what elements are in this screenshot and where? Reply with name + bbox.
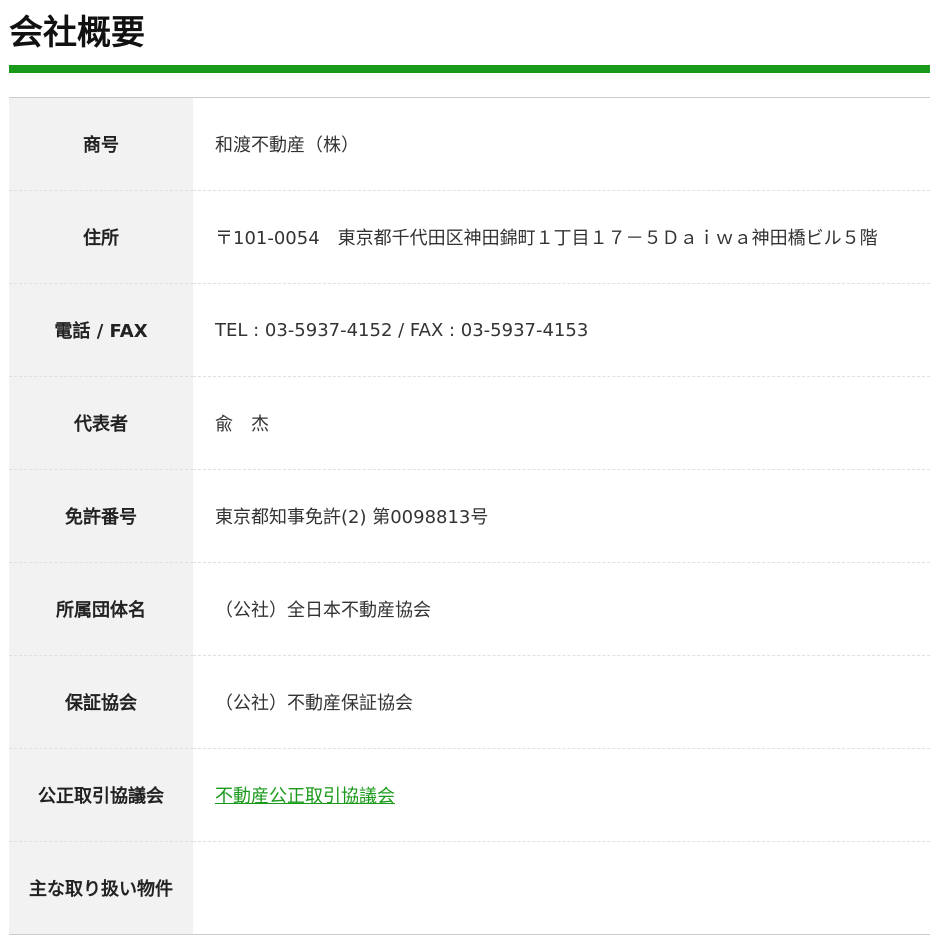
row-label-phone-fax: 電話 / FAX: [9, 283, 193, 377]
row-label-representative: 代表者: [9, 376, 193, 470]
title-underline: [9, 65, 930, 73]
table-row-association: 所属団体名 （公社）全日本不動産協会: [9, 562, 930, 656]
table-row-representative: 代表者 兪 杰: [9, 376, 930, 470]
table-row-guarantee: 保証協会 （公社）不動産保証協会: [9, 655, 930, 749]
table-row-phone-fax: 電話 / FAX TEL : 03-5937-4152 / FAX : 03-5…: [9, 283, 930, 377]
table-row-fair-trade: 公正取引協議会 不動産公正取引協議会: [9, 748, 930, 842]
table-row-main-properties: 主な取り扱い物件: [9, 841, 930, 935]
row-label-license: 免許番号: [9, 469, 193, 563]
row-value-license: 東京都知事免許(2) 第0098813号: [193, 469, 930, 563]
row-value-address: 〒101-0054 東京都千代田区神田錦町１丁目１７－５Ｄａｉｗａ神田橋ビル５階: [193, 190, 930, 284]
row-label-trade-name: 商号: [9, 97, 193, 191]
page-title: 会社概要: [9, 13, 145, 53]
row-value-association: （公社）全日本不動産協会: [193, 562, 930, 656]
row-label-main-properties: 主な取り扱い物件: [9, 841, 193, 935]
row-label-guarantee: 保証協会: [9, 655, 193, 749]
row-label-address: 住所: [9, 190, 193, 284]
row-label-fair-trade: 公正取引協議会: [9, 748, 193, 842]
table-row-trade-name: 商号 和渡不動産（株）: [9, 97, 930, 191]
row-value-fair-trade: 不動産公正取引協議会: [193, 748, 930, 842]
table-row-address: 住所 〒101-0054 東京都千代田区神田錦町１丁目１７－５Ｄａｉｗａ神田橋ビ…: [9, 190, 930, 284]
row-value-guarantee: （公社）不動産保証協会: [193, 655, 930, 749]
row-value-trade-name: 和渡不動産（株）: [193, 97, 930, 191]
row-label-association: 所属団体名: [9, 562, 193, 656]
company-info-table: 商号 和渡不動産（株） 住所 〒101-0054 東京都千代田区神田錦町１丁目１…: [9, 97, 930, 935]
row-value-main-properties: [193, 841, 930, 935]
table-row-license: 免許番号 東京都知事免許(2) 第0098813号: [9, 469, 930, 563]
row-value-phone-fax: TEL : 03-5937-4152 / FAX : 03-5937-4153: [193, 283, 930, 377]
fair-trade-council-link[interactable]: 不動産公正取引協議会: [215, 786, 395, 807]
row-value-representative: 兪 杰: [193, 376, 930, 470]
company-overview-page: 会社概要 商号 和渡不動産（株） 住所 〒101-0054 東京都千代田区神田錦…: [0, 0, 944, 944]
